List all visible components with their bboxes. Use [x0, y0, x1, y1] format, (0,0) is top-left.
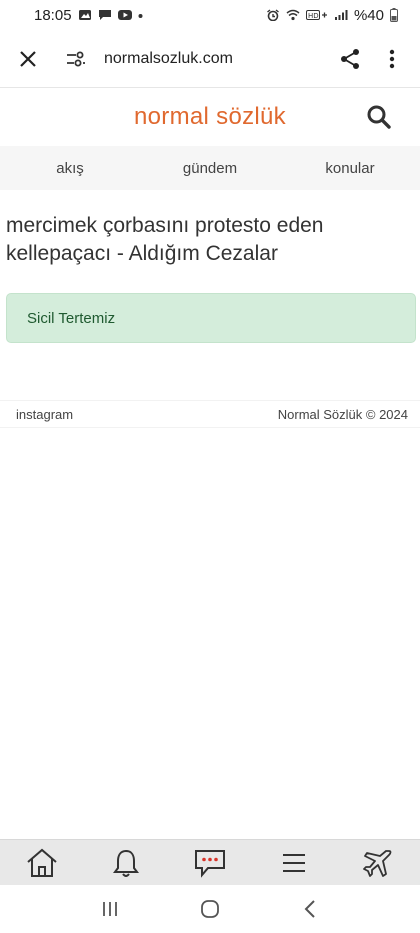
home-button[interactable] — [21, 842, 63, 884]
bottom-app-bar — [0, 839, 420, 885]
nav-item-konular[interactable]: konular — [280, 160, 420, 177]
alarm-icon — [267, 9, 279, 21]
tune-icon — [67, 51, 85, 66]
recents-button[interactable] — [95, 894, 125, 924]
search-button[interactable] — [366, 104, 392, 130]
wifi-icon — [286, 9, 300, 21]
system-home-button[interactable] — [195, 894, 225, 924]
instagram-link[interactable]: instagram — [16, 407, 73, 422]
close-tab-button[interactable] — [14, 45, 42, 73]
notifications-button[interactable] — [105, 842, 147, 884]
back-button[interactable] — [295, 894, 325, 924]
menu-icon — [283, 853, 305, 872]
chat-icon — [195, 849, 225, 878]
share-button[interactable] — [336, 45, 364, 73]
status-time: 18:05 — [34, 6, 72, 24]
youtube-notification-icon — [117, 10, 132, 20]
home-icon — [27, 848, 57, 877]
volte-icon: HD — [305, 10, 327, 20]
browser-menu-button[interactable] — [378, 45, 406, 73]
site-logo[interactable]: normal sözlük — [134, 103, 286, 131]
messages-button[interactable] — [189, 842, 231, 884]
status-alert: Sicil Tertemiz — [6, 293, 416, 343]
site-nav: akış gündem konular — [0, 146, 420, 190]
menu-button[interactable] — [273, 842, 315, 884]
gallery-notification-icon — [78, 10, 91, 20]
more-vert-icon — [389, 49, 395, 68]
page-title: mercimek çorbasını protesto eden kellepa… — [6, 214, 324, 265]
back-icon — [304, 900, 315, 918]
airplane-button[interactable] — [357, 842, 399, 884]
status-left: 18:05 — [34, 7, 143, 24]
svg-text:HD: HD — [308, 12, 319, 20]
copyright-text: Normal Sözlük © 2024 — [277, 406, 408, 422]
recents-icon — [103, 902, 117, 916]
battery-icon — [390, 8, 398, 22]
system-navigation-bar — [0, 885, 420, 933]
site-header: normal sözlük — [0, 88, 420, 146]
message-notification-icon — [98, 10, 111, 20]
battery-percent: %40 — [353, 6, 384, 24]
nav-item-gundem[interactable]: gündem — [140, 160, 280, 177]
signal-icon — [334, 10, 348, 20]
status-bar: 18:05 HD %40 — [0, 0, 420, 30]
more-notifications-dot-icon — [138, 14, 143, 18]
share-icon — [341, 48, 359, 69]
browser-toolbar: normalsozluk.com — [0, 30, 420, 88]
search-icon — [367, 105, 391, 129]
airplane-icon — [363, 849, 392, 877]
home-circle-icon — [201, 900, 219, 918]
status-right: HD %40 — [266, 7, 398, 24]
site-footer: instagram Normal Sözlük © 2024 — [0, 400, 420, 428]
bell-icon — [113, 849, 139, 877]
site-settings-button[interactable] — [62, 45, 90, 73]
close-icon — [20, 50, 36, 67]
nav-item-akis[interactable]: akış — [0, 160, 140, 177]
url-bar[interactable]: normalsozluk.com — [104, 50, 336, 68]
